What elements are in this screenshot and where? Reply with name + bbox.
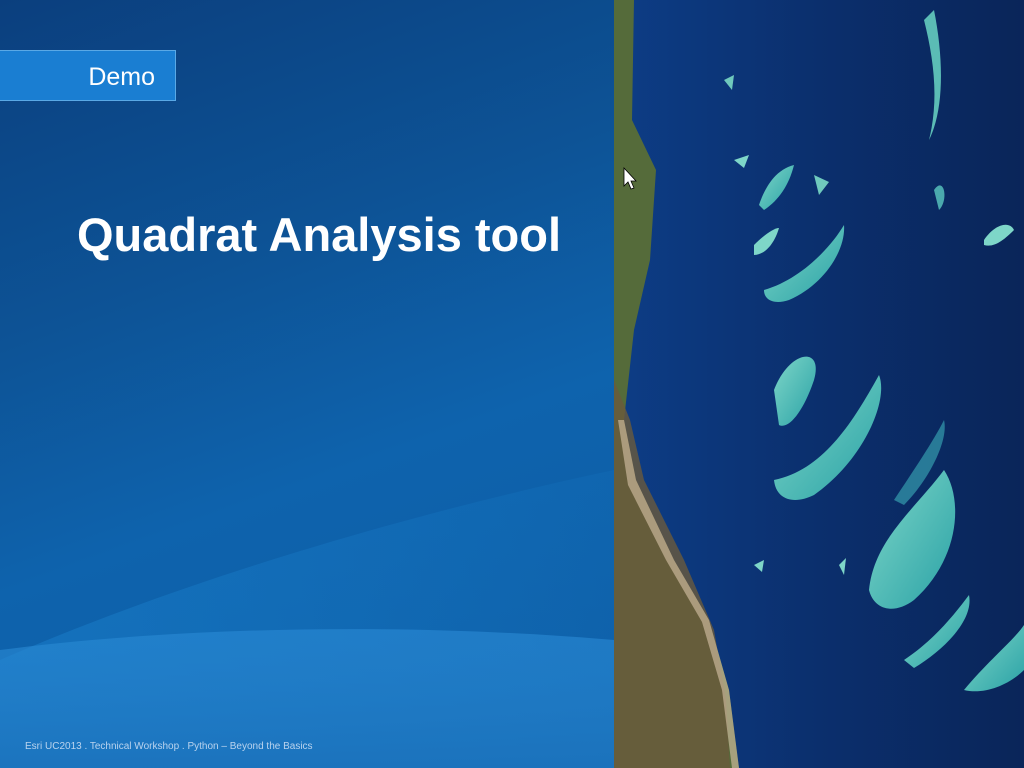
reef-imagery — [614, 0, 1024, 768]
slide-footer: Esri UC2013 . Technical Workshop . Pytho… — [25, 741, 313, 752]
demo-badge: Demo — [0, 50, 176, 101]
satellite-image — [614, 0, 1024, 768]
demo-label: Demo — [88, 63, 155, 91]
title-panel: Demo Quadrat Analysis tool Esri UC2013 .… — [0, 0, 614, 768]
background-swoosh — [0, 470, 614, 768]
slide-title: Quadrat Analysis tool — [77, 208, 562, 261]
